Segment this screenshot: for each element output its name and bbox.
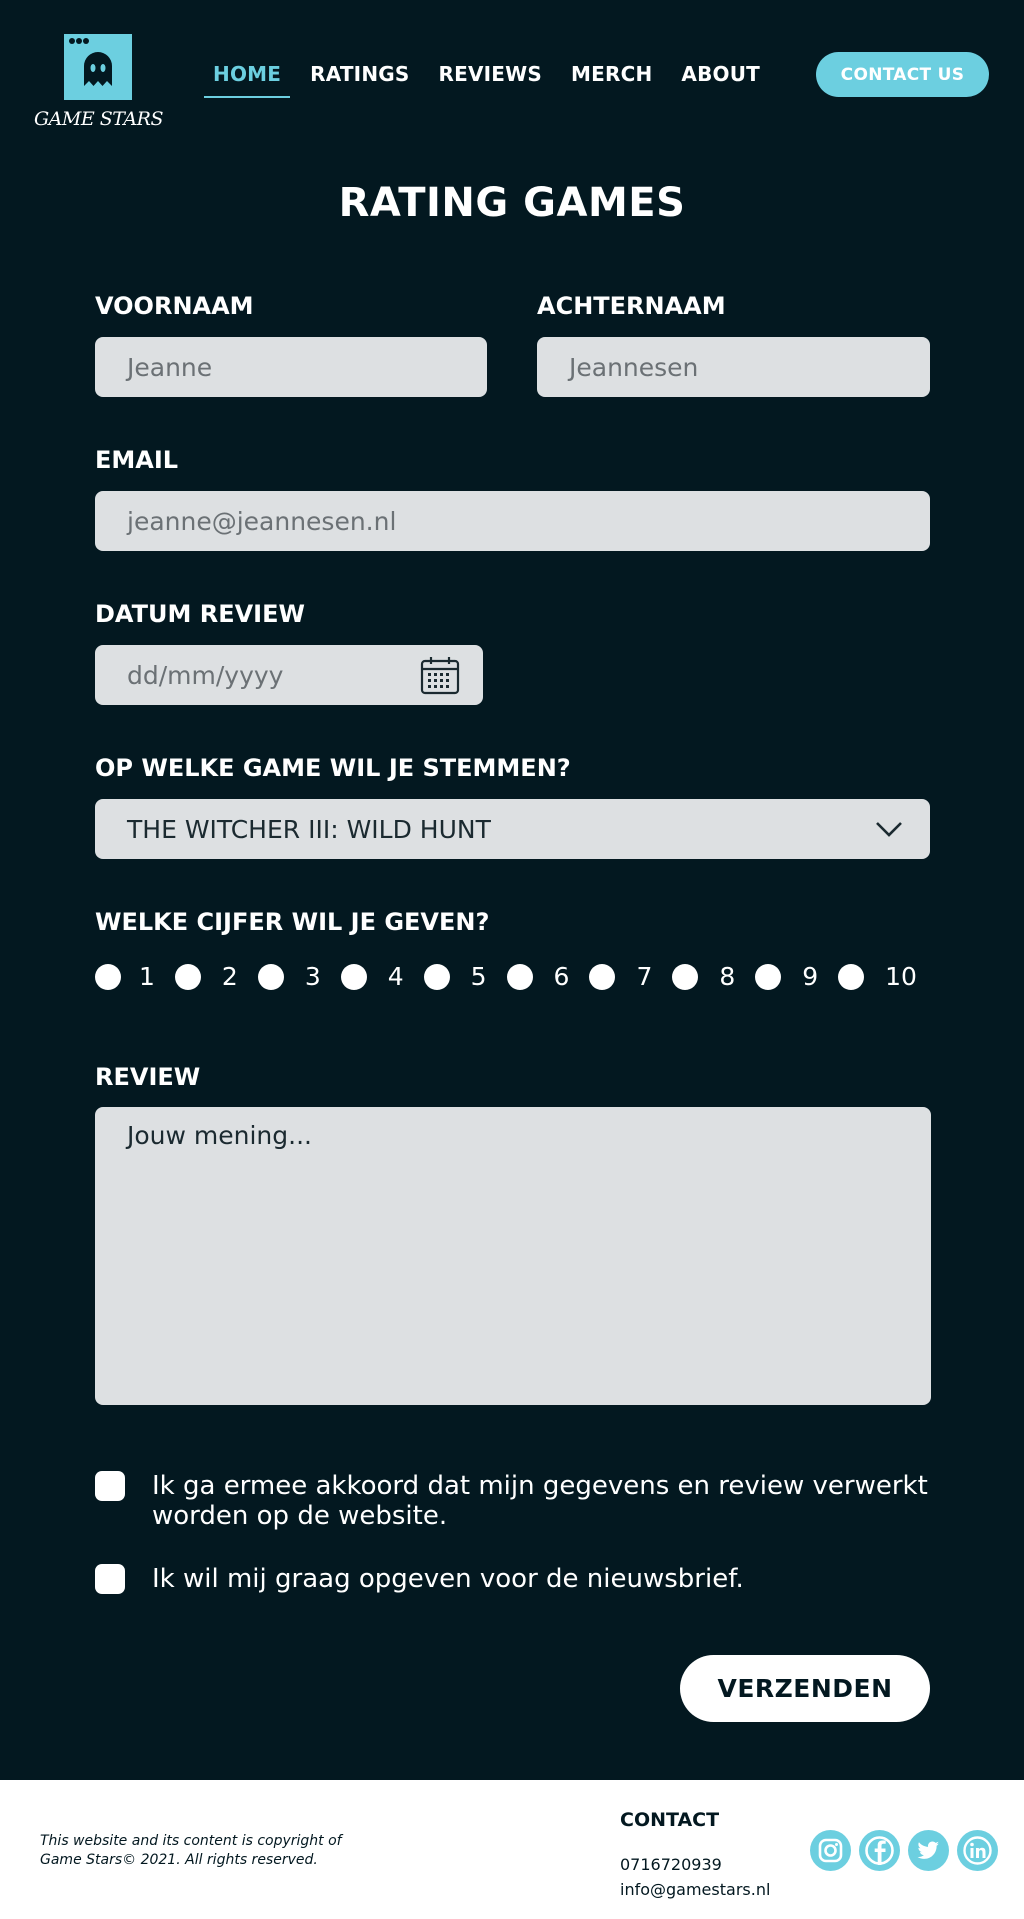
- email-field[interactable]: jeanne@jeannesen.nl: [95, 491, 930, 551]
- footer-phone[interactable]: 0716720939: [620, 1855, 722, 1874]
- review-label: REVIEW: [95, 1063, 201, 1091]
- linkedin-icon[interactable]: [957, 1830, 998, 1871]
- first-name-input[interactable]: Jeanne: [95, 337, 487, 397]
- submit-button[interactable]: VERZENDEN: [680, 1655, 930, 1722]
- rating-group: 1 2 3 4 5 6 7 8 9 10: [95, 962, 917, 991]
- twitter-icon[interactable]: [908, 1830, 949, 1871]
- date-input[interactable]: dd/mm/yyyy: [95, 645, 483, 705]
- review-textarea[interactable]: Jouw mening...: [95, 1107, 931, 1405]
- rating-option-label: 8: [719, 962, 736, 991]
- chevron-down-icon: [874, 817, 904, 846]
- rating-label: WELKE CIJFER WIL JE GEVEN?: [95, 908, 490, 936]
- main-nav: HOME RATINGS REVIEWS MERCH ABOUT: [204, 58, 780, 98]
- rating-option-label: 10: [885, 962, 917, 991]
- game-label: OP WELKE GAME WIL JE STEMMEN?: [95, 754, 571, 782]
- nav-item-ratings[interactable]: RATINGS: [301, 58, 418, 98]
- page-title: RATING GAMES: [338, 180, 686, 226]
- rating-radio-2[interactable]: [174, 963, 201, 990]
- rating-radio-6[interactable]: [506, 963, 533, 990]
- newsletter-checkbox[interactable]: [95, 1564, 125, 1594]
- copyright-text: This website and its content is copyrigh…: [40, 1832, 342, 1870]
- rating-radio-10[interactable]: [838, 963, 865, 990]
- nav-item-home[interactable]: HOME: [204, 58, 291, 98]
- rating-option-label: 9: [802, 962, 819, 991]
- rating-radio-7[interactable]: [589, 963, 616, 990]
- rating-radio-1[interactable]: [95, 963, 121, 990]
- last-name-label: ACHTERNAAM: [537, 292, 726, 320]
- instagram-icon[interactable]: [810, 1830, 851, 1871]
- rating-radio-3[interactable]: [257, 963, 284, 990]
- site-header: GAME STARS HOME RATINGS REVIEWS MERCH AB…: [0, 0, 1024, 150]
- game-select[interactable]: THE WITCHER III: WILD HUNT: [95, 799, 930, 859]
- rating-option-label: 1: [139, 962, 155, 991]
- nav-item-about[interactable]: ABOUT: [672, 58, 769, 98]
- first-name-label: VOORNAAM: [95, 292, 254, 320]
- rating-radio-9[interactable]: [755, 963, 782, 990]
- last-name-input[interactable]: Jeannesen: [537, 337, 930, 397]
- consent-checkbox[interactable]: [95, 1471, 125, 1501]
- date-label: DATUM REVIEW: [95, 600, 305, 628]
- ghost-logo-icon: [64, 34, 132, 100]
- newsletter-label: Ik wil mij graag opgeven voor de nieuwsb…: [152, 1564, 744, 1594]
- rating-option-label: 2: [221, 962, 238, 991]
- game-selected-value: THE WITCHER III: WILD HUNT: [127, 814, 491, 844]
- logo-text: GAME STARS: [34, 108, 163, 130]
- nav-item-reviews[interactable]: REVIEWS: [429, 58, 551, 98]
- nav-item-merch[interactable]: MERCH: [562, 58, 661, 98]
- date-placeholder: dd/mm/yyyy: [127, 660, 284, 690]
- facebook-icon[interactable]: [859, 1830, 900, 1871]
- footer-contact-heading: CONTACT: [620, 1809, 720, 1831]
- rating-radio-5[interactable]: [423, 963, 450, 990]
- email-label: EMAIL: [95, 446, 179, 474]
- rating-option-label: 7: [636, 962, 653, 991]
- rating-radio-4[interactable]: [340, 963, 367, 990]
- rating-option-label: 5: [470, 962, 487, 991]
- footer-email[interactable]: info@gamestars.nl: [620, 1880, 770, 1899]
- rating-option-label: 3: [304, 962, 321, 991]
- rating-option-label: 6: [553, 962, 570, 991]
- consent-label: Ik ga ermee akkoord dat mijn gegevens en…: [152, 1471, 928, 1531]
- rating-option-label: 4: [387, 962, 404, 991]
- site-footer: This website and its content is copyrigh…: [0, 1780, 1024, 1919]
- copyright-line: Game Stars© 2021. All rights reserved.: [40, 1852, 318, 1868]
- calendar-icon[interactable]: [419, 655, 461, 703]
- rating-radio-8[interactable]: [672, 963, 699, 990]
- copyright-line: This website and its content is copyrigh…: [40, 1833, 342, 1849]
- logo[interactable]: GAME STARS: [34, 34, 163, 130]
- contact-us-button[interactable]: CONTACT US: [816, 52, 989, 97]
